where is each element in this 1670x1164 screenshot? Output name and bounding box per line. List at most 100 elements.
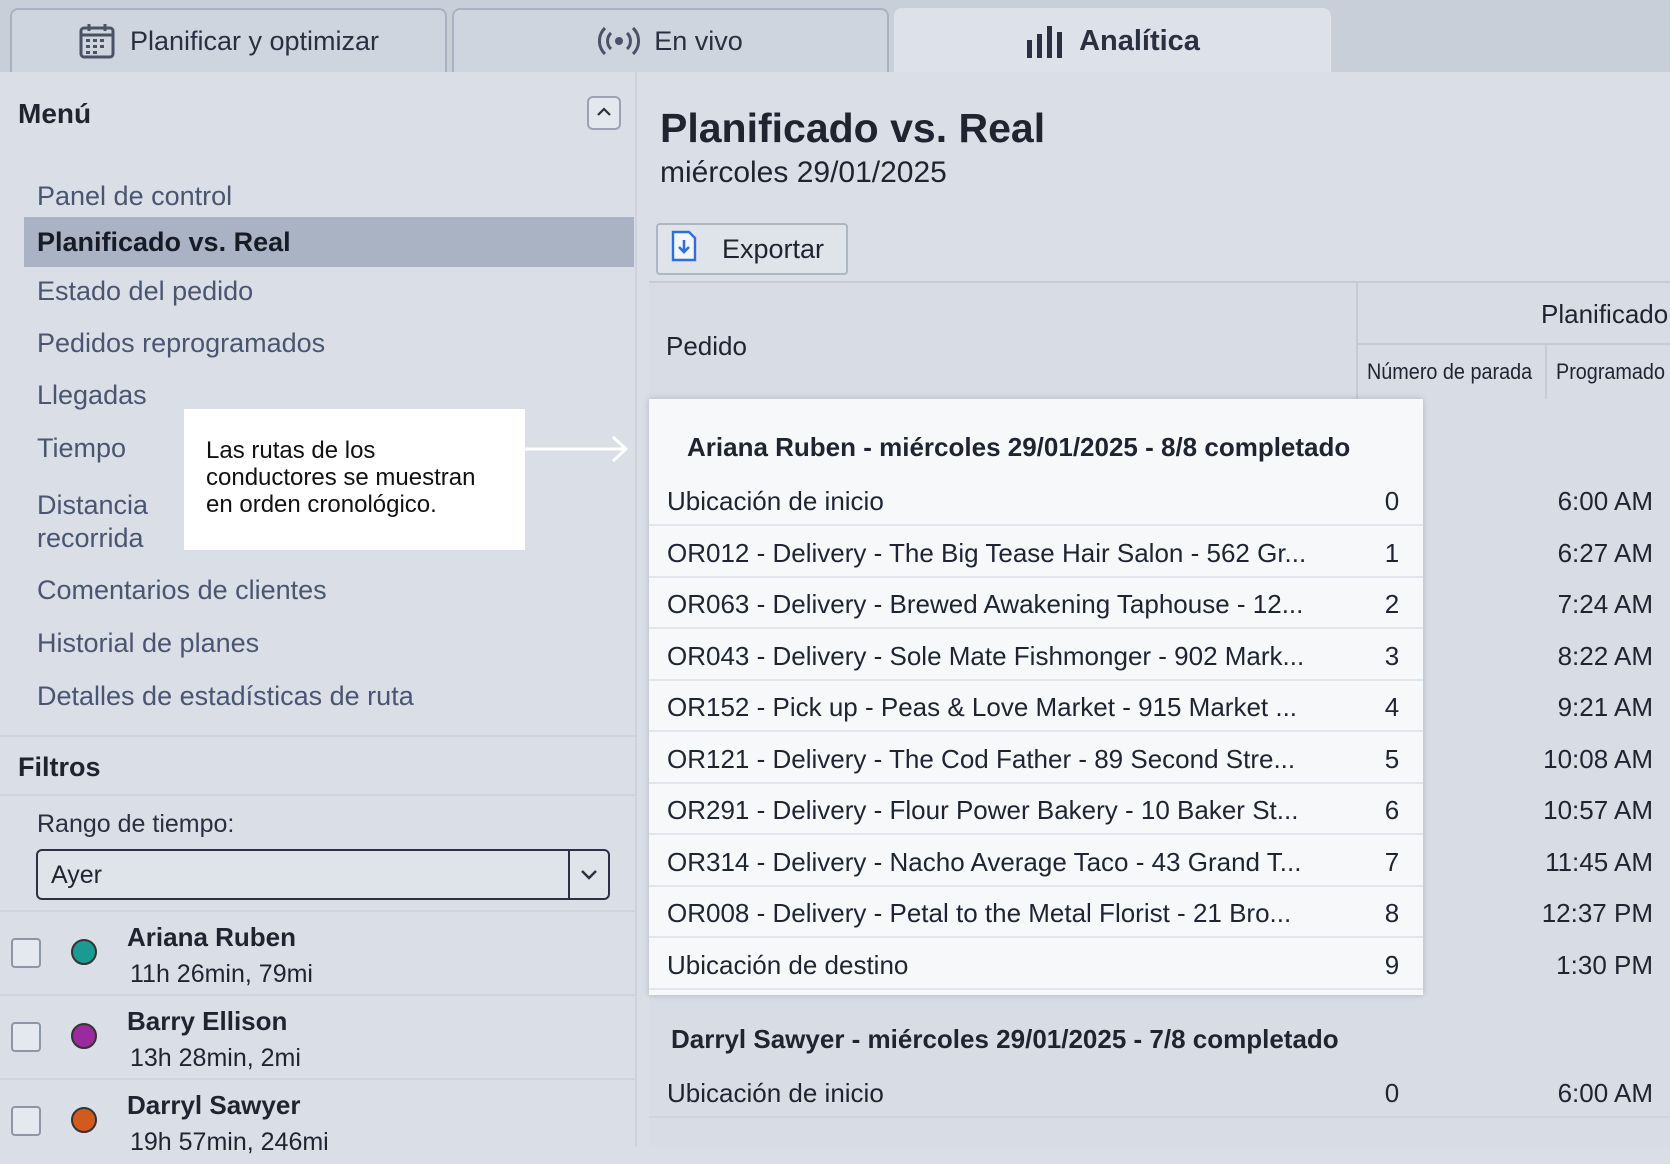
time-range-select[interactable]: Ayer: [36, 849, 610, 900]
menu-item-llegadas[interactable]: Llegadas: [37, 379, 147, 412]
column-divider: [1356, 283, 1358, 401]
stop-number: 8: [1384, 898, 1400, 928]
stop-number: 9: [1384, 949, 1400, 980]
driver-name: Barry Ellison: [127, 1006, 288, 1036]
time-range-label: Rango de tiempo:: [37, 810, 235, 838]
driver-row-barry-ellison[interactable]: Barry Ellison 13h 28min, 2mi: [0, 996, 635, 1080]
driver-name: Ariana Ruben: [127, 922, 297, 952]
stop-number: 2: [1384, 589, 1400, 619]
order-name: OR121 - Delivery - The Cod Father - 89 S…: [667, 743, 1296, 774]
scheduled-time: 7:24 AM: [1557, 589, 1653, 619]
scheduled-time: 8:22 AM: [1557, 640, 1653, 671]
row-divider: [649, 1116, 1670, 1118]
stop-number: 0: [1384, 486, 1400, 516]
filters-title: Filtros: [18, 752, 101, 782]
menu-item-historial-de-planes[interactable]: Historial de planes: [37, 627, 259, 660]
scheduled-time: 1:30 PM: [1556, 949, 1653, 980]
scheduled-time: 9:21 AM: [1557, 692, 1653, 722]
scheduled-time: 6:00 AM: [1557, 486, 1653, 516]
calendar-icon: [78, 22, 116, 60]
scheduled-time: 11:45 AM: [1545, 846, 1653, 877]
table-row[interactable]: OR314 - Delivery - Nacho Average Taco - …: [649, 836, 1670, 887]
menu-title: Menú: [18, 98, 92, 129]
driver-stats: 13h 28min, 2mi: [130, 1044, 301, 1072]
menu-item-planificado-vs-real[interactable]: Planificado vs. Real: [24, 217, 634, 267]
stop-number: 6: [1384, 795, 1400, 825]
scheduled-time: 6:27 AM: [1557, 537, 1653, 568]
table-row[interactable]: OR121 - Delivery - The Cod Father - 89 S…: [649, 733, 1670, 784]
top-tab-bar: Planificar y optimizar En vivo Analítica: [0, 0, 1670, 72]
stop-number: 7: [1384, 846, 1400, 877]
driver-checkbox[interactable]: [11, 938, 41, 968]
column-header-numero-parada[interactable]: Número de parada: [1367, 359, 1532, 385]
driver-stats: 11h 26min, 79mi: [130, 960, 313, 988]
divider: [0, 794, 635, 796]
driver-name: Darryl Sawyer: [127, 1090, 301, 1120]
column-header-programado[interactable]: Programado: [1556, 359, 1665, 385]
stop-number: 4: [1384, 692, 1400, 722]
scheduled-time: 10:08 AM: [1543, 743, 1653, 774]
driver-checkbox[interactable]: [11, 1022, 41, 1052]
callout-arrow-icon: [525, 435, 629, 463]
stop-number: 5: [1384, 743, 1400, 774]
column-divider: [1545, 345, 1547, 401]
driver-row-ariana-ruben[interactable]: Ariana Ruben 11h 26min, 79mi: [0, 912, 635, 996]
column-header-pedido[interactable]: Pedido: [666, 331, 747, 362]
menu-item-detalles-estadisticas-ruta[interactable]: Detalles de estadísticas de ruta: [37, 680, 414, 713]
order-name: OR063 - Delivery - Brewed Awakening Taph…: [667, 589, 1304, 619]
time-range-value: Ayer: [51, 861, 102, 889]
driver-checkbox[interactable]: [11, 1106, 41, 1136]
driver-row-darryl-sawyer[interactable]: Darryl Sawyer 19h 57min, 246mi: [0, 1080, 635, 1164]
order-name: OR291 - Delivery - Flour Power Bakery - …: [667, 795, 1299, 825]
menu-item-estado-del-pedido[interactable]: Estado del pedido: [37, 275, 253, 308]
stop-number: 1: [1384, 537, 1400, 568]
row-divider: [649, 987, 1423, 990]
chevron-down-icon[interactable]: [568, 851, 608, 898]
annotation-callout: Las rutas de los conductores se muestran…: [184, 409, 525, 550]
tab-analitica[interactable]: Analítica: [894, 8, 1331, 72]
driver-stats: 19h 57min, 246mi: [130, 1128, 329, 1156]
chevron-up-icon: [596, 104, 612, 122]
tab-planificar[interactable]: Planificar y optimizar: [10, 8, 447, 72]
page-title: Planificado vs. Real: [660, 105, 1046, 151]
table-row[interactable]: Ubicación de inicio 0 6:00 AM: [649, 1067, 1670, 1118]
table-row[interactable]: Ubicación de inicio 0 6:00 AM: [649, 475, 1670, 526]
menu-item-comentarios-de-clientes[interactable]: Comentarios de clientes: [37, 574, 327, 607]
route-group-title: Darryl Sawyer - miércoles 29/01/2025 - 7…: [671, 1024, 1339, 1054]
bar-chart-icon: [1025, 24, 1065, 58]
menu-item-panel-de-control[interactable]: Panel de control: [37, 180, 232, 213]
column-group-planificado: Planificado: [1541, 299, 1669, 329]
table-row[interactable]: OR063 - Delivery - Brewed Awakening Taph…: [649, 578, 1670, 629]
table-row[interactable]: OR012 - Delivery - The Big Tease Hair Sa…: [649, 527, 1670, 578]
tab-en-vivo[interactable]: En vivo: [452, 8, 889, 72]
driver-color-dot: [71, 939, 97, 965]
order-name: OR008 - Delivery - Petal to the Metal Fl…: [667, 898, 1292, 928]
route-group-title: Ariana Ruben - miércoles 29/01/2025 - 8/…: [687, 432, 1351, 462]
menu-item-distancia-recorrida[interactable]: Distancia recorrida: [37, 489, 177, 555]
tab-label: Planificar y optimizar: [129, 25, 380, 56]
column-divider: [1358, 343, 1670, 345]
table-row[interactable]: OR152 - Pick up - Peas & Love Market - 9…: [649, 681, 1670, 732]
table-row[interactable]: Ubicación de destino 9 1:30 PM: [649, 939, 1670, 990]
table-row[interactable]: OR043 - Delivery - Sole Mate Fishmonger …: [649, 630, 1670, 681]
page-date: miércoles 29/01/2025: [660, 156, 947, 189]
stop-number: 3: [1384, 640, 1400, 671]
order-name: OR314 - Delivery - Nacho Average Taco - …: [667, 846, 1302, 877]
scheduled-time: 6:00 AM: [1557, 1078, 1653, 1108]
order-name: OR043 - Delivery - Sole Mate Fishmonger …: [667, 640, 1305, 671]
menu-item-pedidos-reprogramados[interactable]: Pedidos reprogramados: [37, 327, 325, 360]
export-icon: [670, 230, 698, 269]
stop-number: 0: [1384, 1078, 1400, 1108]
table-row[interactable]: OR291 - Delivery - Flour Power Bakery - …: [649, 784, 1670, 835]
order-name: OR012 - Delivery - The Big Tease Hair Sa…: [667, 537, 1307, 568]
tab-label: Analítica: [1079, 24, 1200, 57]
export-button[interactable]: Exportar: [656, 223, 848, 275]
broadcast-icon: [598, 26, 641, 56]
menu-item-tiempo[interactable]: Tiempo: [37, 432, 126, 465]
collapse-menu-button[interactable]: [587, 96, 621, 130]
order-name: OR152 - Pick up - Peas & Love Market - 9…: [667, 692, 1298, 722]
export-label: Exportar: [722, 233, 825, 264]
table-row[interactable]: OR008 - Delivery - Petal to the Metal Fl…: [649, 887, 1670, 938]
table-header: Pedido Planificado Número de parada Prog…: [649, 281, 1670, 401]
order-name: Ubicación de destino: [667, 949, 909, 980]
